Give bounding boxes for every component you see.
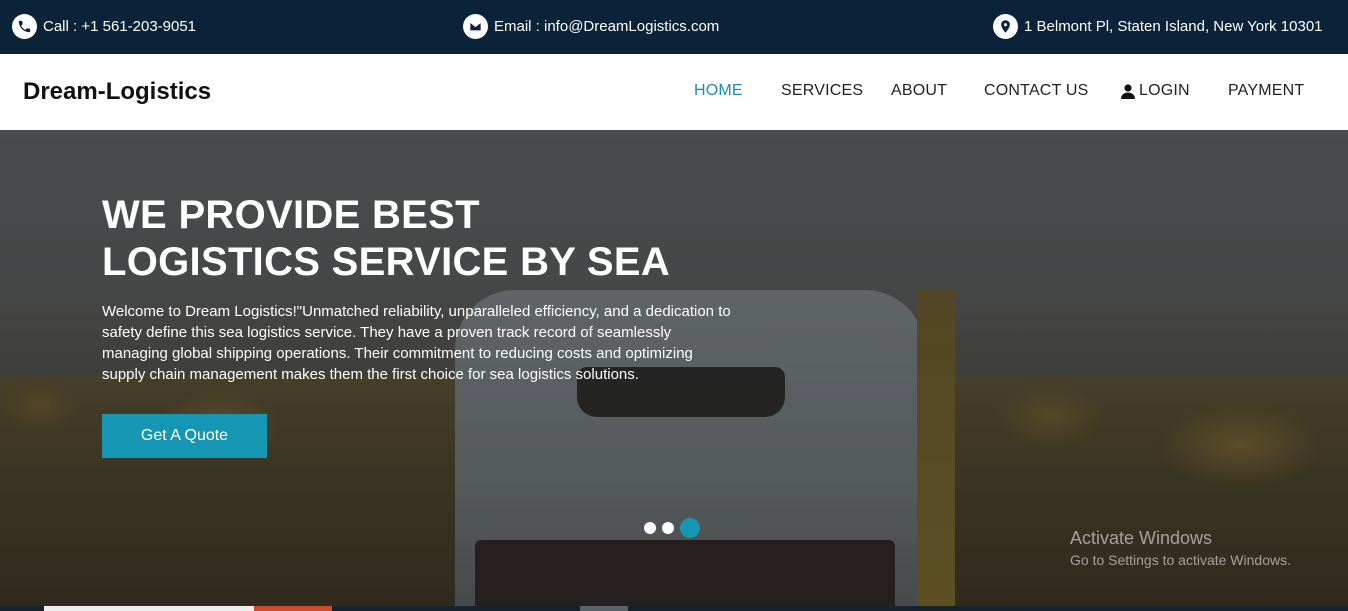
hero-description: Welcome to Dream Logistics!"Unmatched re… [102,303,731,383]
hero-title-line-2: LOGISTICS SERVICE BY SEA [102,240,671,284]
slider-dot-3[interactable] [680,518,700,538]
address-info[interactable]: 1 Belmont Pl, Staten Island, New York 10… [993,14,1323,39]
slider-dots [644,518,700,538]
slider-dot-1[interactable] [644,522,656,534]
envelope-icon [463,14,488,39]
activate-windows-watermark: Activate Windows Go to Settings to activ… [1070,528,1291,568]
location-pin-icon [993,14,1018,39]
nav-login[interactable]: LOGIN [1121,82,1190,100]
top-contact-bar: Call : +1 561-203-9051 Email : info@Drea… [0,0,1348,54]
hero-title: WE PROVIDE BEST LOGISTICS SERVICE BY SEA [102,192,670,286]
call-text: Call : +1 561-203-9051 [43,18,197,35]
nav-login-label: LOGIN [1139,82,1190,99]
watermark-title: Activate Windows [1070,528,1213,548]
email-text: Email : info@DreamLogistics.com [494,18,720,35]
email-info[interactable]: Email : info@DreamLogistics.com [463,14,719,39]
hero-slider: WE PROVIDE BEST LOGISTICS SERVICE BY SEA… [0,130,1348,606]
nav-payment[interactable]: PAYMENT [1228,82,1304,100]
address-text: 1 Belmont Pl, Staten Island, New York 10… [1024,18,1323,35]
nav-services[interactable]: SERVICES [781,82,863,100]
slider-dot-2[interactable] [662,522,674,534]
user-icon [1121,83,1135,99]
brand-logo[interactable]: Dream-Logistics [23,78,211,106]
next-section-block-red [254,606,332,611]
hero-title-line-1: WE PROVIDE BEST [102,193,480,237]
nav-about[interactable]: ABOUT [891,82,947,100]
nav-home[interactable]: HOME [694,82,743,100]
call-info[interactable]: Call : +1 561-203-9051 [12,14,196,39]
next-section-block-gray [580,606,628,611]
phone-icon [12,14,37,39]
next-section-block-white [44,606,254,611]
nav-contact-us[interactable]: CONTACT US [984,82,1089,100]
watermark-subtitle: Go to Settings to activate Windows. [1070,552,1291,568]
main-navbar: Dream-Logistics HOME SERVICES ABOUT CONT… [0,54,1348,130]
get-a-quote-button[interactable]: Get A Quote [102,414,267,458]
